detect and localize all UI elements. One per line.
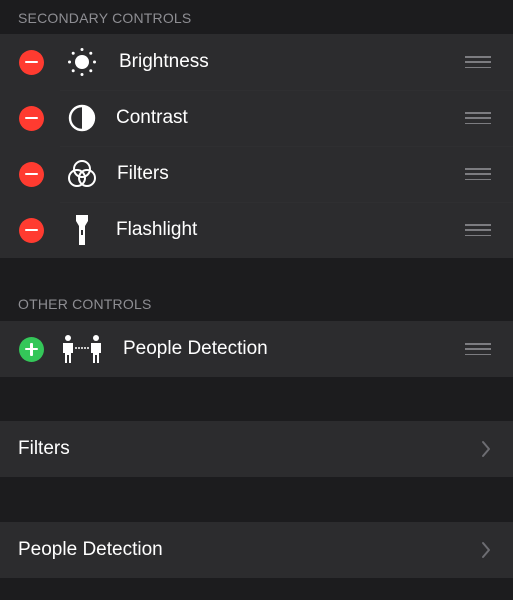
flashlight-icon xyxy=(64,212,100,248)
other-controls-header: OTHER CONTROLS xyxy=(18,296,152,312)
reorder-handle-people-detection[interactable] xyxy=(465,343,491,355)
chevron-right-icon xyxy=(482,542,490,558)
nav-label-filters: Filters xyxy=(18,438,70,459)
people-detection-icon xyxy=(60,331,104,367)
secondary-controls-list: Brightness Contrast Filters Flashlight xyxy=(0,34,513,258)
control-row-brightness: Brightness xyxy=(0,34,513,90)
control-row-filters: Filters xyxy=(0,146,513,202)
control-label-flashlight: Flashlight xyxy=(116,219,198,240)
filters-icon xyxy=(64,156,100,192)
chevron-right-icon xyxy=(482,441,490,457)
nav-label-people-detection: People Detection xyxy=(18,539,163,560)
nav-row-people-detection[interactable]: People Detection xyxy=(0,522,513,578)
sun-icon xyxy=(64,44,100,80)
secondary-controls-header: SECONDARY CONTROLS xyxy=(18,10,192,26)
nav-row-filters[interactable]: Filters xyxy=(0,421,513,477)
remove-contrast-button[interactable] xyxy=(19,105,44,131)
remove-filters-button[interactable] xyxy=(19,161,44,187)
reorder-handle-brightness[interactable] xyxy=(465,56,491,68)
control-row-people-detection: People Detection xyxy=(0,321,513,377)
control-label-people-detection: People Detection xyxy=(123,338,268,359)
remove-brightness-button[interactable] xyxy=(19,49,44,75)
contrast-icon xyxy=(64,100,100,136)
control-label-contrast: Contrast xyxy=(116,107,188,128)
control-row-contrast: Contrast xyxy=(0,90,513,146)
reorder-handle-filters[interactable] xyxy=(465,168,491,180)
control-label-brightness: Brightness xyxy=(119,51,209,72)
other-controls-list: People Detection xyxy=(0,321,513,377)
reorder-handle-contrast[interactable] xyxy=(465,112,491,124)
remove-flashlight-button[interactable] xyxy=(19,217,44,243)
reorder-handle-flashlight[interactable] xyxy=(465,224,491,236)
control-label-filters: Filters xyxy=(117,163,169,184)
add-people-detection-button[interactable] xyxy=(19,336,44,362)
control-row-flashlight: Flashlight xyxy=(0,202,513,258)
